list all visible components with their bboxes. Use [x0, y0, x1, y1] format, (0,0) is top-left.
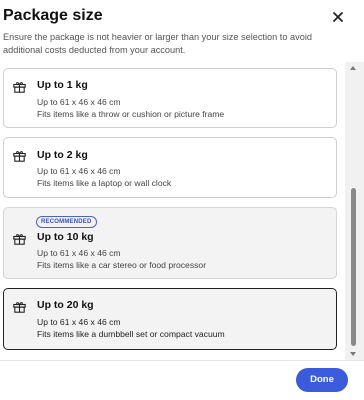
done-button[interactable]: Done: [296, 368, 348, 392]
option-label: Up to 20 kg: [37, 299, 94, 311]
dialog-title: Package size: [3, 7, 103, 24]
recommended-badge: RECOMMENDED: [36, 216, 97, 228]
gift-icon: [13, 151, 26, 162]
scrollbar-thumb[interactable]: [351, 188, 356, 346]
scrollbar[interactable]: [345, 62, 364, 360]
dialog-header: Package size Ensure the package is not h…: [0, 0, 364, 60]
scroll-down-arrow-icon[interactable]: [350, 352, 356, 356]
package-option-10kg[interactable]: RECOMMENDED Up to 10 kg Up to 61 x 46 x …: [3, 207, 337, 279]
package-option-2kg[interactable]: Up to 2 kg Up to 61 x 46 x 46 cm Fits it…: [3, 137, 337, 198]
package-option-20kg[interactable]: Up to 20 kg Up to 61 x 46 x 46 cm Fits i…: [3, 288, 337, 350]
option-fits: Fits items like a dumbbell set or compac…: [37, 329, 225, 339]
scroll-up-arrow-icon[interactable]: [350, 66, 356, 70]
close-icon[interactable]: [329, 8, 347, 26]
option-label: Up to 10 kg: [37, 231, 94, 243]
package-size-list: Up to 1 kg Up to 61 x 46 x 46 cm Fits it…: [0, 62, 364, 360]
gift-icon: [13, 234, 26, 245]
option-dimensions: Up to 61 x 46 x 46 cm: [37, 317, 121, 327]
package-option-1kg[interactable]: Up to 1 kg Up to 61 x 46 x 46 cm Fits it…: [3, 68, 337, 128]
option-dimensions: Up to 61 x 46 x 46 cm: [37, 97, 121, 107]
option-dimensions: Up to 61 x 46 x 46 cm: [37, 166, 121, 176]
option-fits: Fits items like a laptop or wall clock: [37, 178, 172, 188]
option-dimensions: Up to 61 x 46 x 46 cm: [37, 248, 121, 258]
gift-icon: [13, 82, 26, 93]
option-label: Up to 1 kg: [37, 79, 88, 91]
footer-divider: [0, 360, 364, 361]
dialog-subtitle: Ensure the package is not heavier or lar…: [3, 32, 312, 55]
gift-icon: [13, 302, 26, 313]
option-fits: Fits items like a car stereo or food pro…: [37, 260, 207, 270]
option-fits: Fits items like a throw or cushion or pi…: [37, 109, 225, 119]
option-label: Up to 2 kg: [37, 149, 88, 161]
